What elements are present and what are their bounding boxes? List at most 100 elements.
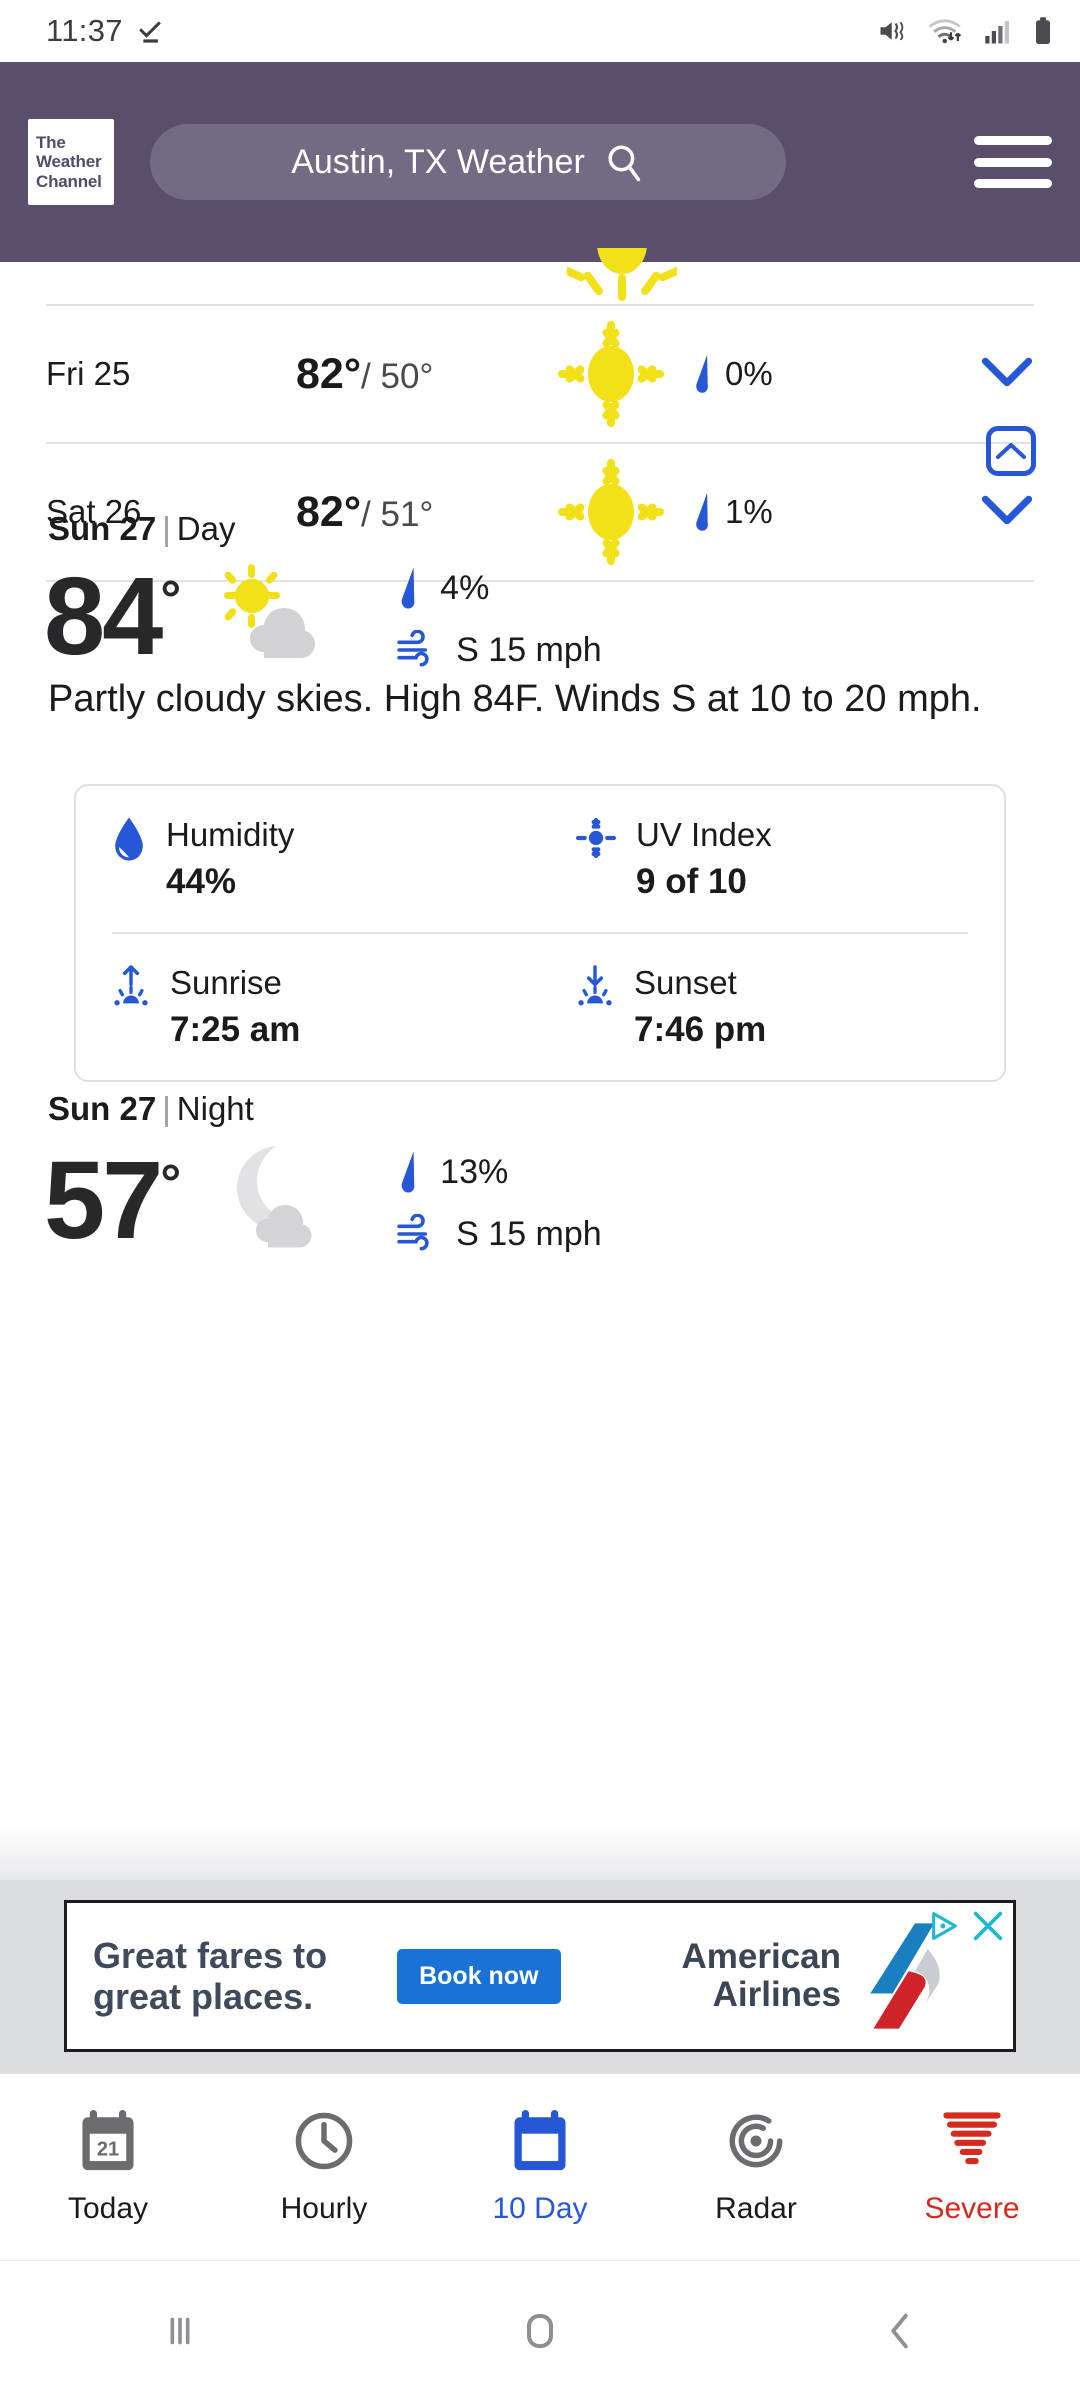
search-icon <box>608 145 640 182</box>
weather-channel-logo[interactable]: The Weather Channel <box>28 119 114 205</box>
tab-severe[interactable]: Severe <box>864 2108 1080 2226</box>
forecast-precipitation: 0% <box>691 352 881 396</box>
detail-label: Sunrise <box>170 964 282 1001</box>
chevron-down-icon <box>981 357 1033 386</box>
location-search-bar[interactable]: Austin, TX Weather <box>150 124 786 200</box>
night-wind: S 15 mph <box>396 1214 602 1254</box>
ad-choices-icon[interactable] <box>929 1909 963 1943</box>
forecast-day-label: Fri 25 <box>46 355 131 392</box>
day-wind-value: S 15 mph <box>456 630 602 669</box>
night-conditions-summary: 57° 13% S 15 mph <box>44 1142 602 1260</box>
mute-vibrate-icon <box>880 21 904 41</box>
day-conditions-summary: 84° 4% S 15 mph <box>44 561 602 672</box>
tab-label: 10 Day <box>492 2192 588 2225</box>
day-precipitation-value: 4% <box>440 568 490 607</box>
sunrise-icon <box>114 965 148 1006</box>
hamburger-menu-icon[interactable] <box>974 134 1052 190</box>
sunny-icon <box>558 321 664 427</box>
title-separator: | <box>162 510 171 547</box>
ad-badges[interactable] <box>929 1909 1005 1943</box>
home-icon <box>527 2313 553 2348</box>
tab-label: Hourly <box>280 2192 368 2225</box>
day-details-card: Humidity 44% UV Index 9 of 10 Sunrise 7:… <box>74 784 1006 1082</box>
detail-label: Humidity <box>166 816 295 853</box>
day-narrative-text: Partly cloudy skies. High 84F. Winds S a… <box>48 678 982 720</box>
tab-label: Severe <box>924 2192 1020 2225</box>
night-temperature: 57° <box>44 1145 181 1255</box>
ad-brand-line-2: Airlines <box>712 1975 841 2014</box>
day-metrics: 4% S 15 mph <box>396 564 602 670</box>
tab-radar[interactable]: Radar <box>648 2108 864 2226</box>
night-section-title: Sun 27 | Night <box>48 1090 254 1128</box>
status-bar-left: 11:37 <box>46 13 165 49</box>
advertisement-banner[interactable]: Great fares to great places. Book now Am… <box>0 1880 1080 2072</box>
degree-symbol: ° <box>160 570 181 629</box>
forecast-row-fri-25[interactable]: Fri 25 82°/ 50° 0% <box>0 306 1080 442</box>
status-time: 11:37 <box>46 13 123 48</box>
day-temperature: 84° <box>44 561 181 671</box>
day-temperature-value: 84 <box>44 554 163 678</box>
phone-screen: 11:37 The Weather Channel Austin, TX Wea… <box>0 0 1080 2400</box>
recents-button[interactable] <box>0 2308 360 2354</box>
night-condition-icon-wrap <box>194 1142 344 1260</box>
tab-hourly[interactable]: Hourly <box>216 2108 432 2226</box>
details-row-bottom: Sunrise 7:25 am Sunset 7:46 pm <box>76 934 1004 1080</box>
ad-content[interactable]: Great fares to great places. Book now Am… <box>64 1900 1016 2052</box>
day-precipitation: 4% <box>396 564 602 612</box>
tab-label: Radar <box>715 2192 797 2225</box>
detail-value: 7:25 am <box>170 1010 301 1049</box>
logo-line-2: Weather <box>36 152 102 172</box>
day-section-date: Sun 27 <box>48 510 157 547</box>
title-separator: | <box>162 1090 171 1127</box>
ad-headline-line-2: great places. <box>93 1976 314 2017</box>
wind-icon <box>397 630 429 667</box>
tab-today[interactable]: 21 Today <box>0 2108 216 2226</box>
sunny-icon <box>558 459 664 565</box>
expand-row-button[interactable] <box>980 493 1034 532</box>
logo-line-3: Channel <box>36 171 102 191</box>
night-section-period: Night <box>176 1090 254 1127</box>
night-precipitation-value: 13% <box>440 1152 509 1191</box>
forecast-low: / 50° <box>361 356 434 396</box>
detail-value: 9 of 10 <box>636 862 747 901</box>
precipitation-value: 1% <box>725 493 773 530</box>
chevron-down-icon <box>981 495 1033 524</box>
forecast-condition-icon-wrap <box>531 319 691 429</box>
checkmark-icon <box>138 21 161 43</box>
day-section-title: Sun 27 | Day <box>48 510 235 548</box>
wifi-icon <box>928 19 962 44</box>
scroll-to-top-button[interactable] <box>986 426 1036 476</box>
forecast-high: 82° <box>296 349 362 398</box>
forecast-temps: 82°/ 51° <box>296 488 531 537</box>
detail-label: UV Index <box>636 816 772 853</box>
app-header: The Weather Channel Austin, TX Weather <box>0 62 1080 262</box>
detail-sunrise: Sunrise 7:25 am <box>76 934 540 1080</box>
raindrop-icon <box>696 492 708 531</box>
detail-uv-index: UV Index 9 of 10 <box>540 786 1004 932</box>
radar-icon <box>729 2114 783 2168</box>
forecast-low: / 51° <box>361 494 434 534</box>
raindrop-icon <box>401 567 415 609</box>
home-button[interactable] <box>360 2307 720 2355</box>
severe-tornado-icon <box>943 2112 1001 2165</box>
night-wind-value: S 15 mph <box>456 1214 602 1253</box>
ad-cta-button[interactable]: Book now <box>397 1948 561 2004</box>
status-bar: 11:37 <box>0 0 1080 62</box>
clock-icon <box>295 2112 353 2170</box>
battery-icon <box>1036 17 1050 44</box>
day-condition-icon-wrap <box>194 562 344 672</box>
calendar-blue-icon <box>514 2110 566 2171</box>
tab-10-day[interactable]: 10 Day <box>432 2108 648 2226</box>
ad-brand-name: American Airlines <box>681 1938 841 2014</box>
forecast-scroll-area[interactable]: Fri 25 82°/ 50° 0% Sat 26 82°/ 51° 1% Su… <box>0 248 1080 1880</box>
ad-headline-line-1: Great fares to <box>93 1934 328 1976</box>
expand-row-button[interactable] <box>980 355 1034 394</box>
raindrop-icon <box>401 1151 415 1193</box>
search-location-value: Austin, TX Weather <box>291 142 585 181</box>
back-button[interactable] <box>720 2308 1080 2354</box>
close-icon[interactable] <box>971 1909 1005 1943</box>
precipitation-value: 0% <box>725 355 773 392</box>
detail-label: Sunset <box>634 964 737 1001</box>
android-system-nav <box>0 2260 1080 2400</box>
day-wind: S 15 mph <box>396 630 602 670</box>
